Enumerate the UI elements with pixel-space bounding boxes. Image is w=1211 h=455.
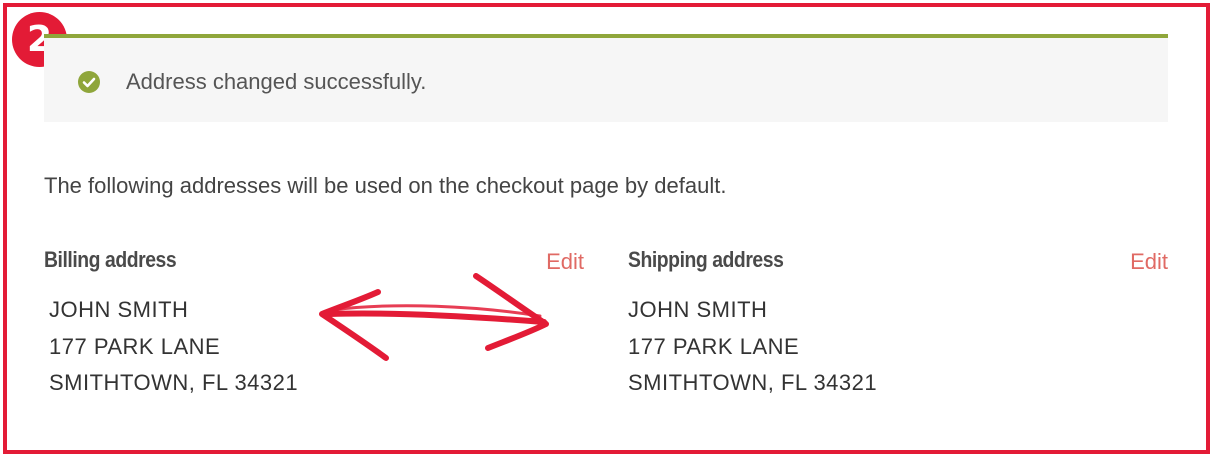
shipping-address-city: SMITHTOWN, FL 34321 bbox=[628, 370, 878, 395]
billing-address-street: 177 PARK LANE bbox=[49, 333, 221, 359]
shipping-address-title: Shipping address bbox=[628, 247, 784, 272]
notice-message: Address changed successfully. bbox=[126, 69, 427, 94]
billing-address-city: SMITHTOWN, FL 34321 bbox=[49, 370, 299, 395]
check-circle-icon bbox=[78, 71, 100, 93]
success-notice: Address changed successfully. bbox=[44, 34, 1168, 122]
shipping-address-lines: JOHN SMITH 177 PARK LANE SMITHTOWN, FL 3… bbox=[628, 292, 877, 402]
shipping-address-name: JOHN SMITH bbox=[628, 297, 768, 322]
shipping-edit-link[interactable]: Edit bbox=[1130, 249, 1168, 275]
billing-address-name: JOHN SMITH bbox=[49, 297, 189, 322]
shipping-address-street: 177 PARK LANE bbox=[628, 333, 800, 359]
billing-address-lines: JOHN SMITH 177 PARK LANE SMITHTOWN, FL 3… bbox=[49, 292, 298, 402]
double-arrow-icon bbox=[319, 273, 549, 361]
intro-text: The following addresses will be used on … bbox=[44, 173, 727, 198]
billing-address-title: Billing address bbox=[44, 247, 177, 272]
